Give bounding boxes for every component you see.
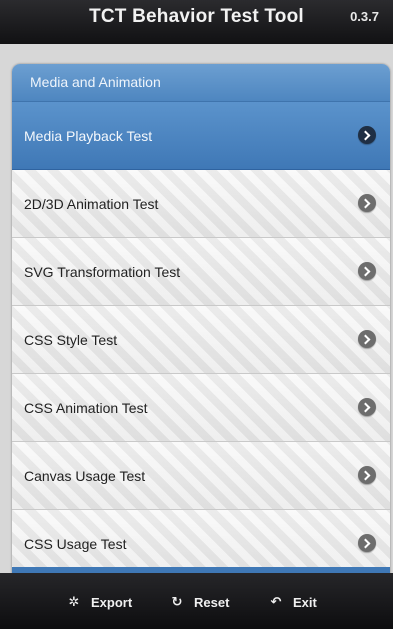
section-header: Media and Animation	[12, 64, 390, 102]
chevron-right-icon	[358, 398, 376, 416]
list-item-css-animation-test[interactable]: CSS Animation Test	[12, 374, 390, 442]
version-label: 0.3.7	[350, 9, 379, 24]
export-label: Export	[91, 594, 133, 610]
gear-icon: ✲	[68, 594, 80, 609]
chevron-right-icon	[358, 534, 376, 552]
list-item-label: Media Playback Test	[24, 128, 153, 144]
reset-button[interactable]: ↻ Reset	[168, 590, 230, 614]
exit-label: Exit	[293, 594, 317, 610]
list-item-label: SVG Transformation Test	[24, 264, 181, 280]
export-button[interactable]: ✲ Export	[65, 590, 133, 614]
chevron-right-icon	[358, 330, 376, 348]
chevron-right-icon	[358, 466, 376, 484]
back-arrow-icon: ↶	[270, 594, 282, 609]
list-item-label: Canvas Usage Test	[24, 468, 146, 484]
app-header: TCT Behavior Test Tool 0.3.7	[0, 0, 393, 44]
refresh-icon: ↻	[171, 594, 183, 609]
chevron-right-icon	[358, 262, 376, 280]
chevron-right-icon	[358, 126, 376, 144]
list-item-canvas-usage-test[interactable]: Canvas Usage Test	[12, 442, 390, 510]
list-item-label: CSS Usage Test	[24, 536, 127, 552]
list-item-css-style-test[interactable]: CSS Style Test	[12, 306, 390, 374]
test-list-panel: Media and Animation Media Playback Test …	[12, 64, 390, 577]
footer-toolbar: ✲ Export ↻ Reset ↶ Exit	[0, 573, 393, 629]
reset-label: Reset	[194, 594, 230, 610]
list-item-label: CSS Animation Test	[24, 400, 148, 416]
exit-button[interactable]: ↶ Exit	[267, 590, 317, 614]
list-item-label: CSS Style Test	[24, 332, 118, 348]
list-item-2d3d-animation-test[interactable]: 2D/3D Animation Test	[12, 170, 390, 238]
test-list: Media Playback Test 2D/3D Animation Test…	[12, 102, 390, 577]
list-item-svg-transformation-test[interactable]: SVG Transformation Test	[12, 238, 390, 306]
list-item-media-playback-test[interactable]: Media Playback Test	[12, 102, 390, 170]
list-item-label: 2D/3D Animation Test	[24, 196, 159, 212]
content-area: Media and Animation Media Playback Test …	[0, 44, 393, 577]
chevron-right-icon	[358, 194, 376, 212]
app-title: TCT Behavior Test Tool	[89, 6, 304, 27]
